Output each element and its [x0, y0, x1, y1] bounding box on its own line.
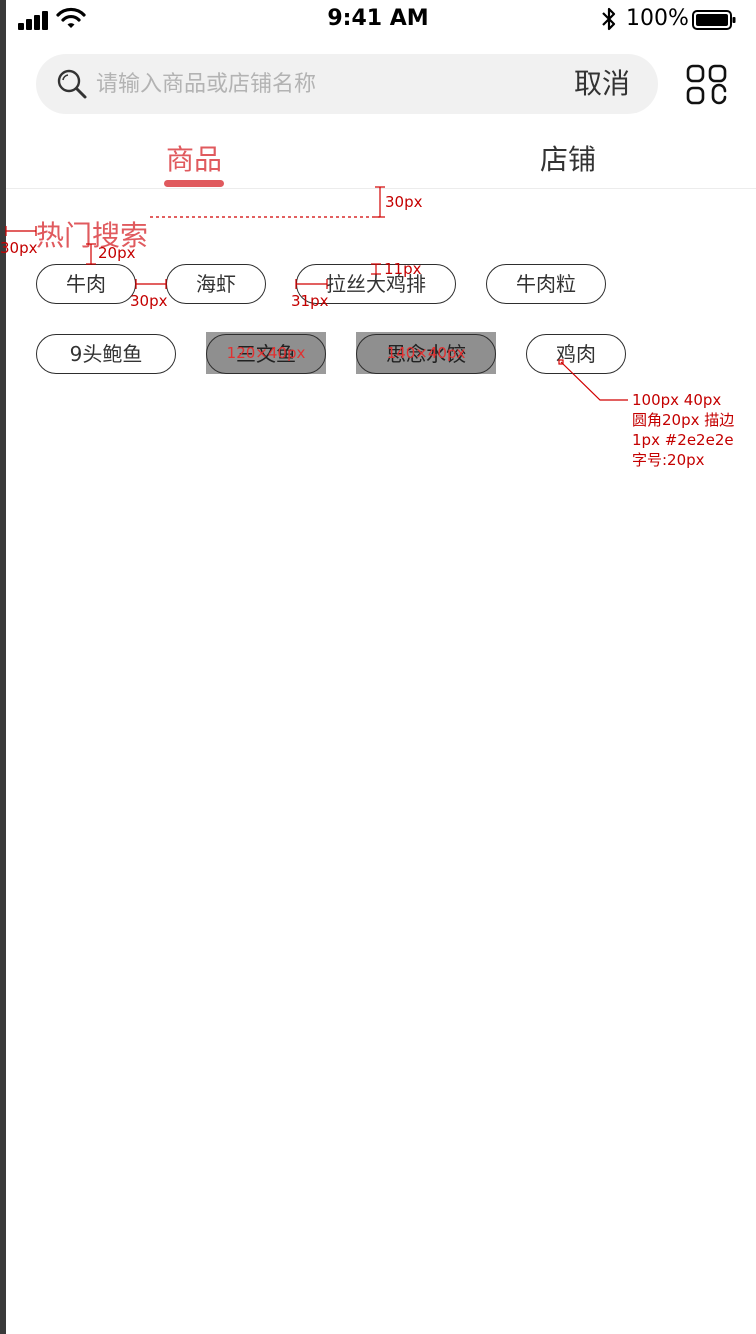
annotation-top-gap: 30px — [385, 193, 423, 211]
annotation-spec-4: 字号:20px — [632, 451, 705, 469]
annotation-spec-2: 圆角20px 描边 — [632, 411, 735, 429]
hot-search-tag[interactable]: 9头鲍鱼 — [36, 334, 176, 374]
annotation-spec-3: 1px #2e2e2e — [632, 431, 734, 449]
size-label-120: 120×40px — [226, 344, 306, 362]
size-mask-140: 思念水饺 140×40px — [356, 332, 496, 374]
search-icon — [57, 69, 87, 99]
tab-goods[interactable]: 商品 — [166, 138, 222, 178]
hot-search-tag[interactable]: 海虾 — [166, 264, 266, 304]
hot-search-tag[interactable]: 牛肉 — [36, 264, 136, 304]
annotation-spec-1: 100px 40px — [632, 391, 722, 409]
annotation-lines — [5, 186, 628, 401]
status-bar: 9:41 AM 100% — [0, 0, 756, 40]
tab-shops[interactable]: 店铺 — [540, 138, 596, 178]
annotation-tag-gap: 30px — [130, 292, 168, 310]
battery-percent: 100% — [626, 6, 689, 31]
bluetooth-icon — [602, 7, 616, 31]
battery-icon — [692, 10, 736, 30]
annotation-text-gap: 11px — [384, 260, 422, 278]
annotation-tag-gap-b: 31px — [291, 292, 329, 310]
annotation-left-margin: 30px — [0, 239, 38, 257]
size-label-140: 140×40px — [386, 344, 466, 362]
hot-search-tag[interactable]: 牛肉粒 — [486, 264, 606, 304]
hot-search-tag[interactable]: 鸡肉 — [526, 334, 626, 374]
search-input[interactable] — [96, 54, 546, 114]
grid-icon[interactable] — [686, 64, 728, 106]
left-edge-bar — [0, 0, 6, 1334]
tab-bar: 商品 店铺 — [6, 130, 756, 189]
search-bar[interactable]: 取消 — [36, 54, 658, 114]
annotation-title-gap: 20px — [98, 244, 136, 262]
cancel-button[interactable]: 取消 — [574, 54, 630, 114]
size-mask-120: 三文鱼 120×40px — [206, 332, 326, 374]
active-tab-indicator — [164, 180, 224, 187]
